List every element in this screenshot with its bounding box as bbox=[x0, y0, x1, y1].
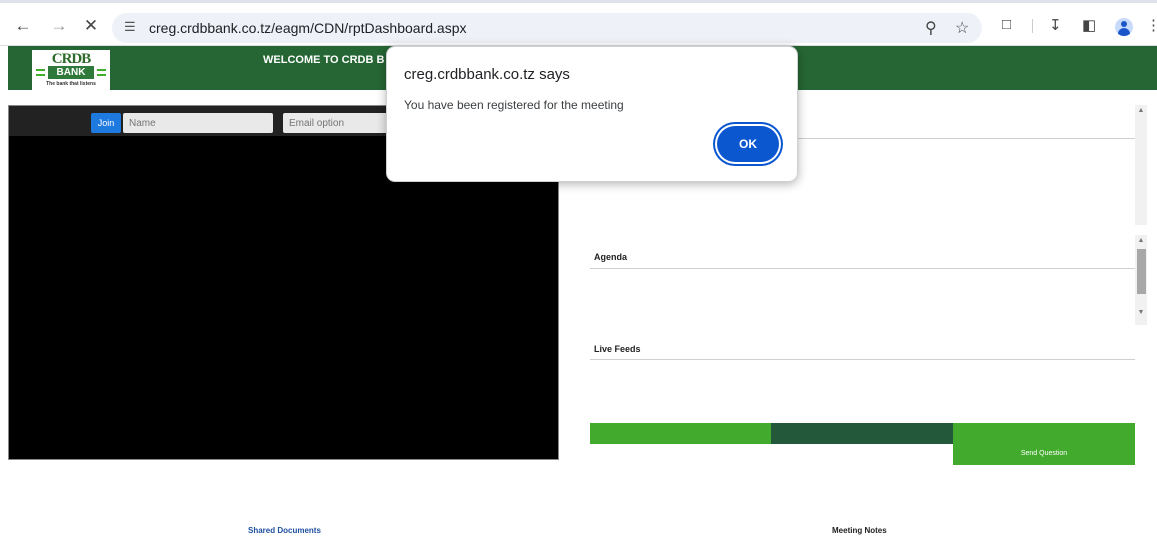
tab-strip bbox=[0, 0, 1157, 3]
logo-bars-right bbox=[97, 68, 106, 78]
bookmark-star-icon[interactable]: ☆ bbox=[955, 18, 969, 38]
email-input[interactable] bbox=[283, 113, 393, 133]
extensions-icon[interactable]: □ bbox=[1002, 16, 1011, 33]
download-icon[interactable]: ↧ bbox=[1049, 16, 1062, 34]
send-question-button[interactable]: Send Question bbox=[953, 423, 1135, 465]
action-button-1[interactable] bbox=[590, 423, 771, 444]
scroll-up-icon[interactable]: ▲ bbox=[1135, 237, 1147, 244]
crdb-logo: CRDB BANK The bank that listens bbox=[32, 50, 110, 90]
url-text[interactable]: creg.crdbbank.co.tz/eagm/CDN/rptDashboar… bbox=[149, 20, 466, 36]
browser-toolbar: ← → ✕ ☰ creg.crdbbank.co.tz/eagm/CDN/rpt… bbox=[0, 0, 1157, 46]
ok-button[interactable]: OK bbox=[717, 126, 779, 162]
agenda-scrollbar[interactable]: ▲ ▼ bbox=[1135, 235, 1147, 325]
site-settings-icon[interactable]: ☰ bbox=[124, 19, 136, 35]
scroll-up-icon[interactable]: ▲ bbox=[1135, 107, 1147, 114]
agenda-title: Agenda bbox=[594, 252, 628, 262]
action-button-2[interactable] bbox=[771, 423, 953, 444]
name-input[interactable] bbox=[123, 113, 273, 133]
menu-dots-icon[interactable]: ⋮ bbox=[1146, 16, 1157, 34]
forward-arrow-icon[interactable]: → bbox=[48, 15, 70, 37]
live-feeds-title: Live Feeds bbox=[594, 344, 641, 354]
toolbar-divider bbox=[1032, 19, 1033, 33]
alert-dialog: creg.crdbbank.co.tz says You have been r… bbox=[386, 46, 798, 182]
scroll-thumb[interactable] bbox=[1137, 249, 1146, 294]
zoom-icon[interactable]: ⚲ bbox=[925, 18, 937, 38]
agenda-divider bbox=[590, 268, 1135, 269]
scroll-down-icon[interactable]: ▼ bbox=[1135, 309, 1147, 316]
welcome-title: WELCOME TO CRDB B bbox=[263, 54, 385, 66]
side-panel-icon[interactable]: ◧ bbox=[1082, 16, 1096, 34]
address-bar[interactable]: ☰ creg.crdbbank.co.tz/eagm/CDN/rptDashbo… bbox=[112, 13, 982, 43]
back-arrow-icon[interactable]: ← bbox=[12, 15, 34, 37]
dialog-title: creg.crdbbank.co.tz says bbox=[404, 66, 570, 83]
join-button[interactable]: Join bbox=[91, 113, 121, 133]
close-icon[interactable]: ✕ bbox=[80, 15, 102, 37]
logo-tagline: The bank that listens bbox=[46, 81, 96, 87]
top-section-scrollbar[interactable]: ▲ bbox=[1135, 105, 1147, 225]
dialog-message: You have been registered for the meeting bbox=[404, 98, 624, 112]
profile-avatar-icon[interactable] bbox=[1115, 18, 1133, 36]
live-feeds-divider bbox=[590, 359, 1135, 360]
meeting-notes-title: Meeting Notes bbox=[832, 526, 887, 535]
shared-documents-link[interactable]: Shared Documents bbox=[248, 526, 321, 535]
logo-bank: BANK bbox=[48, 66, 94, 79]
logo-bars-left bbox=[36, 68, 45, 78]
